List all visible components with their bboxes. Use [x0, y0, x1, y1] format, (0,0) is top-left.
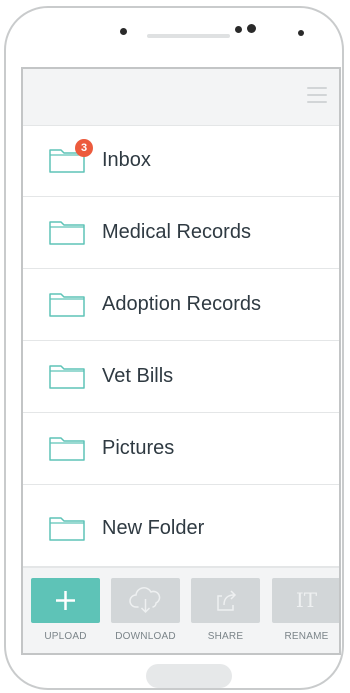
app-screen: 3 Inbox Medical Records Adoption Records [21, 67, 341, 655]
folder-item-inbox[interactable]: 3 Inbox [23, 125, 339, 197]
share-label: SHARE [207, 631, 244, 642]
folder-item-new-folder[interactable]: New Folder [23, 485, 339, 567]
folder-icon [49, 437, 85, 461]
top-bar [23, 69, 339, 126]
folder-icon [49, 517, 85, 541]
unread-count-badge: 3 [75, 139, 93, 157]
folder-icon [49, 221, 85, 245]
share-icon [217, 590, 237, 611]
folder-label: New Folder [102, 517, 205, 539]
download-tile [111, 578, 180, 623]
folder-list: 3 Inbox Medical Records Adoption Records [23, 125, 339, 567]
rename-tile: IT [272, 578, 339, 623]
folder-label: Inbox [102, 149, 151, 171]
folder-item-vet-bills[interactable]: Vet Bills [23, 341, 339, 413]
folder-icon [49, 293, 85, 317]
cloud-download-icon [129, 587, 161, 614]
share-tile [191, 578, 260, 623]
folder-label: Medical Records [102, 221, 251, 243]
share-button[interactable]: SHARE [191, 578, 260, 642]
folder-label: Pictures [102, 437, 175, 459]
upload-tile [31, 578, 100, 623]
rename-text-icon: IT [295, 588, 318, 612]
phone-frame: 3 Inbox Medical Records Adoption Records [4, 6, 344, 690]
rename-button[interactable]: IT RENAME [272, 578, 339, 642]
folder-item-adoption-records[interactable]: Adoption Records [23, 269, 339, 341]
home-button[interactable] [146, 664, 232, 688]
plus-icon [56, 591, 75, 610]
sensor-dot-left-icon [235, 26, 242, 33]
folder-item-medical-records[interactable]: Medical Records [23, 197, 339, 269]
folder-item-pictures[interactable]: Pictures [23, 413, 339, 485]
earpiece-speaker [147, 34, 230, 38]
upload-button[interactable]: UPLOAD [31, 578, 100, 642]
action-toolbar: UPLOAD DOWNLOAD SHARE IT RENAME [23, 567, 339, 653]
download-button[interactable]: DOWNLOAD [111, 578, 180, 642]
upload-label: UPLOAD [44, 631, 87, 642]
rename-label: RENAME [284, 631, 329, 642]
hamburger-menu-icon[interactable] [307, 87, 327, 103]
download-label: DOWNLOAD [115, 631, 176, 642]
folder-icon [49, 365, 85, 389]
sensor-dot-far-icon [298, 30, 304, 36]
sensor-dot-right-icon [247, 24, 256, 33]
front-camera-icon [120, 28, 127, 35]
folder-label: Vet Bills [102, 365, 174, 387]
folder-label: Adoption Records [102, 293, 261, 315]
